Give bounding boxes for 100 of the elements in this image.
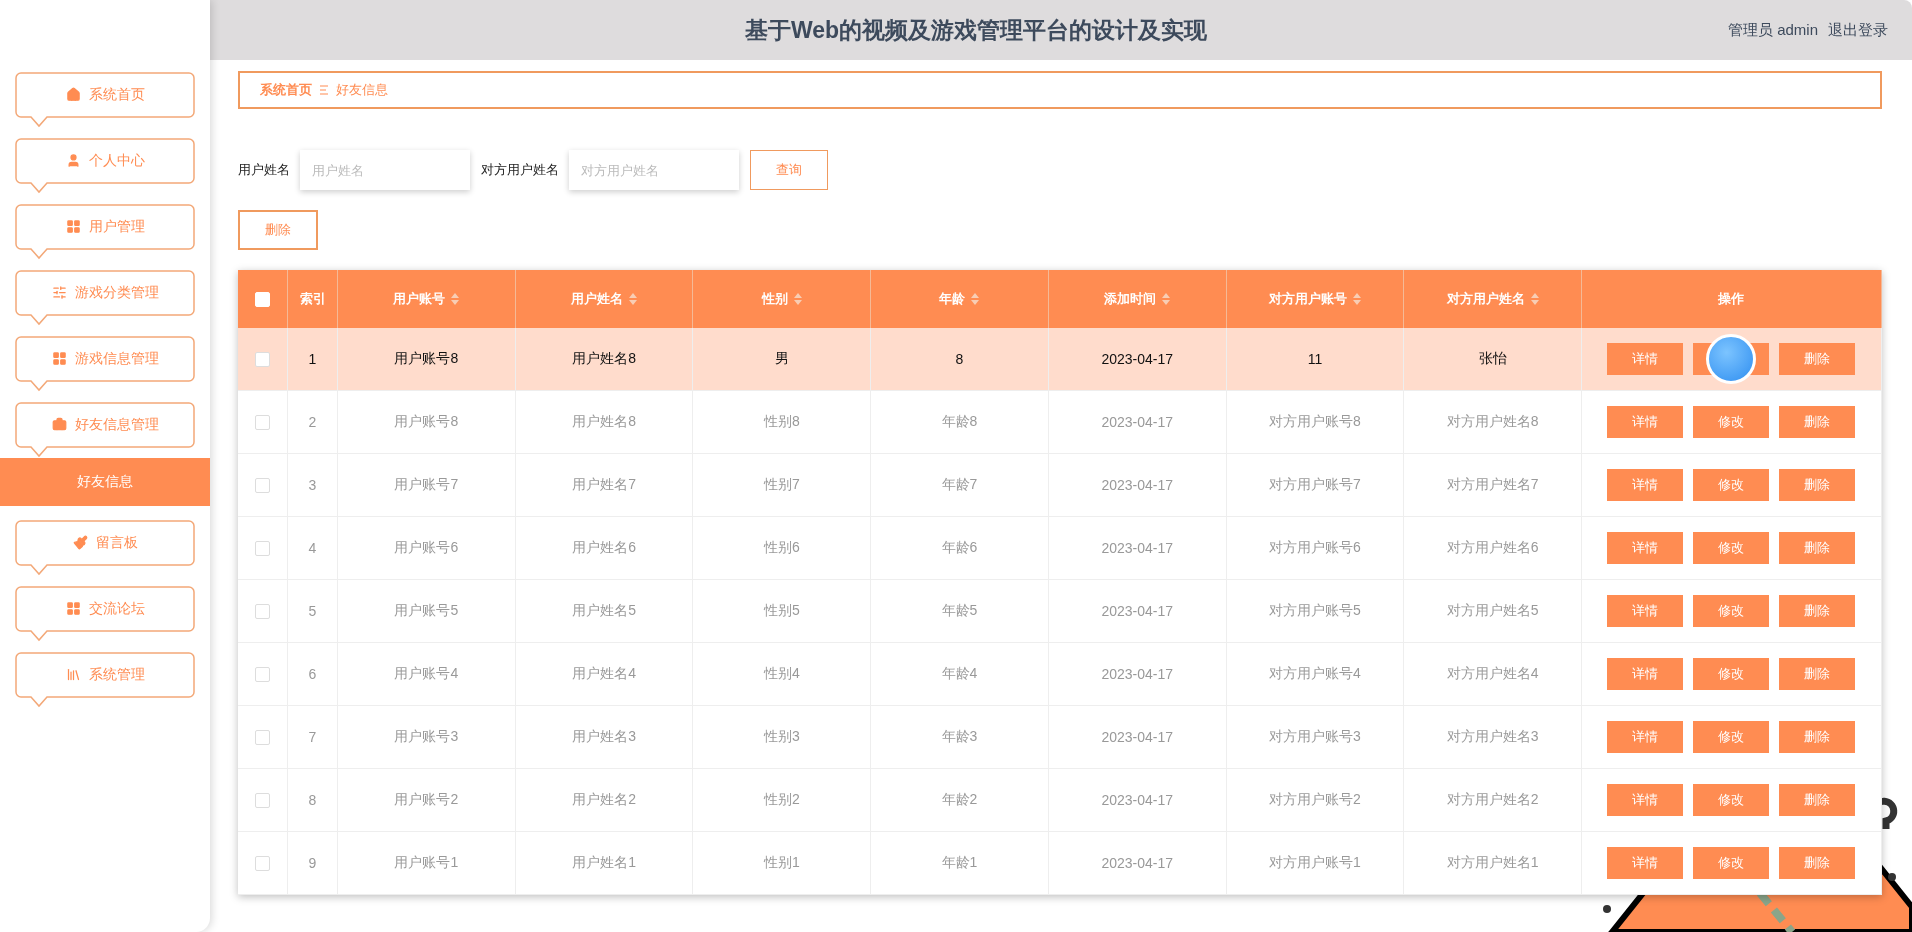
- table-row[interactable]: [238, 580, 288, 643]
- sidebar-item[interactable]: 交流论坛: [15, 586, 195, 642]
- table-cell: 2023-04-17: [1101, 792, 1173, 808]
- table-cell: 对方用户账号7: [1269, 476, 1361, 494]
- table-cell: 张怡: [1478, 350, 1507, 368]
- row-checkbox[interactable]: [255, 477, 270, 493]
- row-checkbox[interactable]: [255, 540, 270, 556]
- table-row[interactable]: [238, 769, 288, 832]
- table-cell: 对方用户账号4: [1269, 665, 1361, 683]
- row-checkbox[interactable]: [255, 603, 270, 619]
- action-button[interactable]: 修改: [1693, 847, 1770, 879]
- action-button[interactable]: 修改: [1693, 658, 1770, 690]
- row-checkbox[interactable]: [255, 792, 270, 808]
- table-row[interactable]: [238, 391, 288, 454]
- action-button[interactable]: 详情: [1607, 595, 1684, 627]
- sort-icon[interactable]: [1352, 293, 1361, 305]
- column-header[interactable]: 对方用户账号: [1226, 270, 1405, 328]
- action-button[interactable]: 详情: [1607, 721, 1684, 753]
- search-button[interactable]: 查询: [750, 150, 828, 190]
- briefcase-icon: [51, 417, 67, 432]
- column-header[interactable]: 用户姓名: [515, 270, 694, 328]
- action-button[interactable]: 修改: [1693, 721, 1770, 753]
- sidebar-item[interactable]: 游戏信息管理: [15, 336, 195, 392]
- column-header[interactable]: 用户账号: [338, 270, 516, 328]
- table-cell: 男: [774, 350, 789, 368]
- sort-icon[interactable]: [629, 293, 638, 305]
- table-cell: 对方用户姓名6: [1446, 539, 1539, 557]
- books-icon: [65, 667, 81, 682]
- row-checkbox[interactable]: [255, 729, 270, 745]
- column-header[interactable]: 年龄: [871, 270, 1049, 328]
- table-cell: 对方用户姓名4: [1446, 665, 1539, 683]
- search-field[interactable]: 对方用户姓名: [569, 150, 739, 190]
- action-button[interactable]: 删除: [1779, 343, 1856, 375]
- sidebar-item[interactable]: 用户管理: [15, 204, 195, 260]
- sidebar-item[interactable]: 游戏分类管理: [15, 270, 195, 326]
- action-button[interactable]: 修改: [1693, 532, 1770, 564]
- sort-icon[interactable]: [793, 293, 802, 305]
- row-checkbox[interactable]: [255, 855, 270, 871]
- column-header[interactable]: 添加时间: [1048, 270, 1227, 328]
- sidebar-item[interactable]: 好友信息管理: [15, 402, 195, 458]
- logout-link[interactable]: 退出登录: [1828, 20, 1888, 40]
- sidebar-item[interactable]: 系统首页: [15, 72, 195, 128]
- table-row[interactable]: [238, 832, 288, 895]
- field-label: 用户姓名: [238, 161, 290, 179]
- table-row[interactable]: [238, 643, 288, 706]
- action-button[interactable]: 详情: [1607, 847, 1684, 879]
- select-all-checkbox[interactable]: [255, 291, 270, 307]
- sort-icon[interactable]: [1530, 293, 1539, 305]
- floating-ball-button[interactable]: [1693, 334, 1770, 384]
- delete-button[interactable]: 删除: [238, 210, 318, 250]
- row-checkbox[interactable]: [255, 414, 270, 430]
- action-button[interactable]: 删除: [1779, 658, 1856, 690]
- action-button[interactable]: 详情: [1607, 658, 1684, 690]
- table-cell: 性别4: [763, 665, 800, 683]
- action-button[interactable]: 删除: [1779, 721, 1856, 753]
- action-button[interactable]: 删除: [1779, 784, 1856, 816]
- table-row[interactable]: [238, 454, 288, 517]
- action-button[interactable]: 删除: [1779, 469, 1856, 501]
- table-row[interactable]: [238, 328, 288, 391]
- breadcrumb-item[interactable]: 好友信息: [336, 81, 388, 99]
- action-button[interactable]: 修改: [1693, 406, 1770, 438]
- table-cell: 用户姓名8: [572, 350, 636, 368]
- table-cell: 2023-04-17: [1101, 414, 1173, 430]
- action-button[interactable]: 删除: [1779, 406, 1856, 438]
- action-button[interactable]: 详情: [1607, 784, 1684, 816]
- breadcrumb-item[interactable]: 系统首页: [260, 81, 312, 99]
- action-button[interactable]: 详情: [1607, 406, 1684, 438]
- table-cell: 对方用户账号3: [1269, 728, 1361, 746]
- action-button[interactable]: 详情: [1607, 343, 1684, 375]
- table-cell: 年龄6: [941, 539, 978, 557]
- sidebar-item[interactable]: 留言板: [15, 520, 195, 576]
- table-row[interactable]: [238, 706, 288, 769]
- sidebar-item[interactable]: 个人中心: [15, 138, 195, 194]
- search-field[interactable]: 用户姓名: [300, 150, 470, 190]
- sort-icon[interactable]: [451, 293, 460, 305]
- table-cell: 2: [308, 414, 317, 430]
- table-cell: 年龄7: [941, 476, 978, 494]
- user-label: 管理员 admin: [1727, 20, 1818, 40]
- action-button[interactable]: 详情: [1607, 469, 1684, 501]
- table-row[interactable]: [238, 517, 288, 580]
- table-cell: 8: [955, 351, 964, 367]
- row-checkbox[interactable]: [255, 351, 270, 367]
- action-button[interactable]: 修改: [1693, 784, 1770, 816]
- column-header[interactable]: 对方用户姓名: [1404, 270, 1582, 328]
- action-button[interactable]: 删除: [1779, 847, 1856, 879]
- action-button[interactable]: 删除: [1779, 595, 1856, 627]
- action-button[interactable]: 修改: [1693, 469, 1770, 501]
- action-button[interactable]: 删除: [1779, 532, 1856, 564]
- table-cell: 年龄2: [941, 791, 978, 809]
- table-cell: 用户账号1: [394, 854, 459, 872]
- sidebar-subitem[interactable]: 好友信息: [0, 458, 210, 506]
- sidebar-item[interactable]: 系统管理: [15, 652, 195, 708]
- column-header[interactable]: 性别: [693, 270, 872, 328]
- action-button[interactable]: 修改: [1693, 595, 1770, 627]
- page-title: 基于Web的视频及游戏管理平台的设计及实现: [743, 15, 1209, 45]
- row-checkbox[interactable]: [255, 666, 270, 682]
- table-cell: 用户姓名5: [572, 602, 636, 620]
- sort-icon[interactable]: [1162, 293, 1171, 305]
- sort-icon[interactable]: [971, 293, 980, 305]
- action-button[interactable]: 详情: [1607, 532, 1684, 564]
